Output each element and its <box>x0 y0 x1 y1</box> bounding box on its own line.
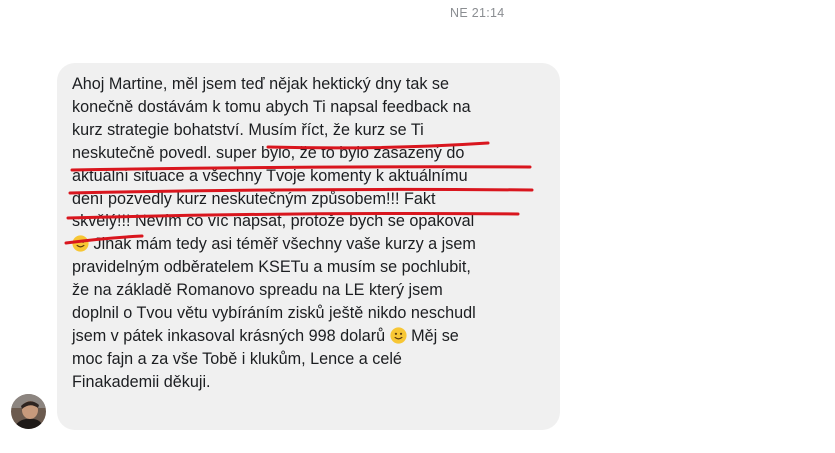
message-line: kurz strategie bohatství. Musím říct, že… <box>72 120 424 139</box>
message-line-text: Jinak mám tedy asi téměř všechny vaše ku… <box>89 235 476 254</box>
message-line: moc fajn a za vše Tobě i klukům, Lence a… <box>72 349 402 368</box>
message-timestamp: NE 21:14 <box>450 6 505 20</box>
message-text: Ahoj Martine, měl jsem teď nějak hektick… <box>72 73 552 394</box>
message-line: Ahoj Martine, měl jsem teď nějak hektick… <box>72 75 450 93</box>
message-line: konečně dostávám k tomu abych Ti napsal … <box>72 97 471 116</box>
message-line: dění pozvedly kurz neskutečným způsobem!… <box>72 189 436 208</box>
message-line: že na základě Romanovo spreadu na LE kte… <box>72 281 443 300</box>
message-line-text: Měj se <box>406 326 459 345</box>
message-line: aktuální situace a všechny Tvoje komenty… <box>72 166 468 185</box>
message-line: jsem v pátek inkasoval krásných 998 dola… <box>72 325 552 348</box>
message-line: neskutečně povedl. super bylo, že to byl… <box>72 143 465 162</box>
message-line: skvělý!!! Nevím co víc napsat, protože b… <box>72 212 475 231</box>
avatar-photo <box>11 394 46 429</box>
message-line: Jinak mám tedy asi téměř všechny vaše ku… <box>72 233 552 256</box>
slightly-smiling-face-icon <box>72 235 89 252</box>
message-line: Finakademii děkuji. <box>72 372 211 391</box>
message-line: doplnil o Tvou větu vybíráním zisků ješt… <box>72 304 476 323</box>
slightly-smiling-face-icon <box>390 327 407 344</box>
message-line: pravidelným odběratelem KSETu a musím se… <box>72 258 471 277</box>
sender-avatar[interactable] <box>11 394 46 429</box>
message-line-text: jsem v pátek inkasoval krásných 998 dola… <box>72 326 390 345</box>
